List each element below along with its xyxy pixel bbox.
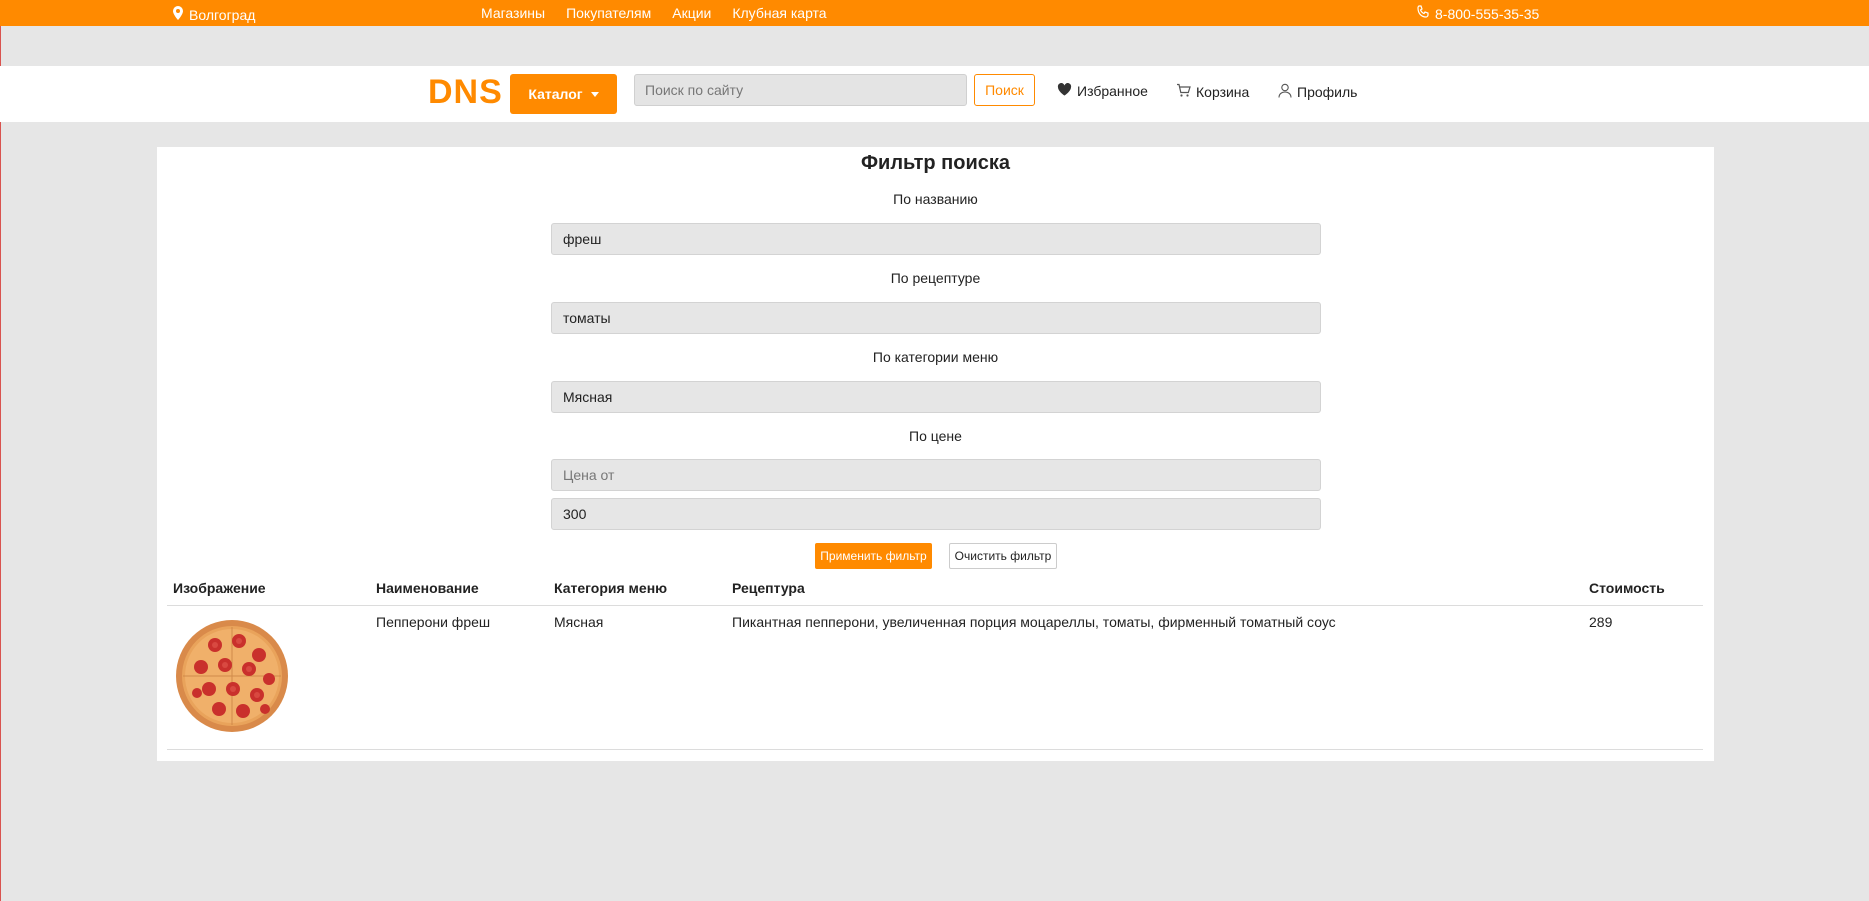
nav-link-club-card[interactable]: Клубная карта [732, 5, 826, 21]
city-selector[interactable]: Волгоград [171, 5, 255, 24]
phone-number: 8-800-555-35-35 [1435, 5, 1540, 22]
table-row: Пепперони фреш Мясная Пикантная пепперон… [167, 605, 1703, 750]
filter-recipe-label: По рецептуре [890, 270, 981, 286]
profile-link[interactable]: Профиль [1278, 83, 1357, 101]
user-icon [1278, 83, 1292, 101]
catalog-label: Каталог [528, 86, 583, 102]
site-logo[interactable]: DNS [428, 73, 503, 112]
site-search-input[interactable] [634, 74, 967, 106]
top-bar: Волгоград Магазины Покупателям Акции Клу… [0, 0, 1869, 26]
cart-icon [1176, 83, 1191, 101]
filter-category-input[interactable] [551, 381, 1321, 413]
filter-name-label: По названию [893, 191, 978, 207]
favorites-label: Избранное [1077, 83, 1148, 99]
search-button[interactable]: Поиск [974, 74, 1035, 106]
favorites-link[interactable]: Избранное [1057, 82, 1148, 99]
catalog-button[interactable]: Каталог [510, 74, 617, 114]
cart-link[interactable]: Корзина [1176, 83, 1249, 101]
phone-link[interactable]: 8-800-555-35-35 [1416, 5, 1539, 22]
column-header-image: Изображение [167, 574, 370, 606]
cell-recipe: Пикантная пепперони, увеличенная порция … [726, 605, 1583, 750]
clear-filter-button[interactable]: Очистить фильтр [949, 543, 1057, 569]
phone-icon [1416, 5, 1430, 22]
profile-label: Профиль [1297, 84, 1358, 100]
chevron-down-icon [590, 91, 599, 97]
page-title: Фильтр поиска [860, 152, 1011, 174]
cell-name: Пепперони фреш [370, 605, 548, 750]
column-header-category: Категория меню [548, 574, 726, 606]
location-pin-icon [171, 5, 185, 24]
price-to-input[interactable] [551, 498, 1321, 530]
nav-link-customers[interactable]: Покупателям [566, 5, 651, 21]
column-header-name: Наименование [370, 574, 548, 606]
nav-link-stores[interactable]: Магазины [481, 5, 545, 21]
filter-price-label: По цене [909, 428, 962, 444]
top-nav: Магазины Покупателям Акции Клубная карта [481, 5, 827, 21]
table-header-row: Изображение Наименование Категория меню … [167, 574, 1703, 606]
search-filter-card: Фильтр поиска По названию По рецептуре П… [157, 147, 1714, 761]
cart-label: Корзина [1196, 84, 1250, 100]
column-header-price: Стоимость [1583, 574, 1703, 606]
price-from-input[interactable] [551, 459, 1321, 491]
nav-link-promotions[interactable]: Акции [672, 5, 711, 21]
city-label: Волгоград [189, 6, 256, 23]
results-table: Изображение Наименование Категория меню … [167, 574, 1703, 750]
heart-icon [1057, 82, 1072, 99]
window-edge [0, 0, 1, 901]
filter-category-label: По категории меню [872, 349, 999, 365]
site-header: DNS Каталог Поиск Избранное Корзина Проф… [0, 66, 1869, 122]
column-header-recipe: Рецептура [726, 574, 1583, 606]
apply-filter-button[interactable]: Применить фильтр [815, 543, 932, 569]
cell-price: 289 [1583, 605, 1703, 750]
cell-image [167, 605, 370, 750]
pepperoni-pizza-image [173, 617, 291, 735]
filter-name-input[interactable] [551, 223, 1321, 255]
cell-category: Мясная [548, 605, 726, 750]
filter-recipe-input[interactable] [551, 302, 1321, 334]
